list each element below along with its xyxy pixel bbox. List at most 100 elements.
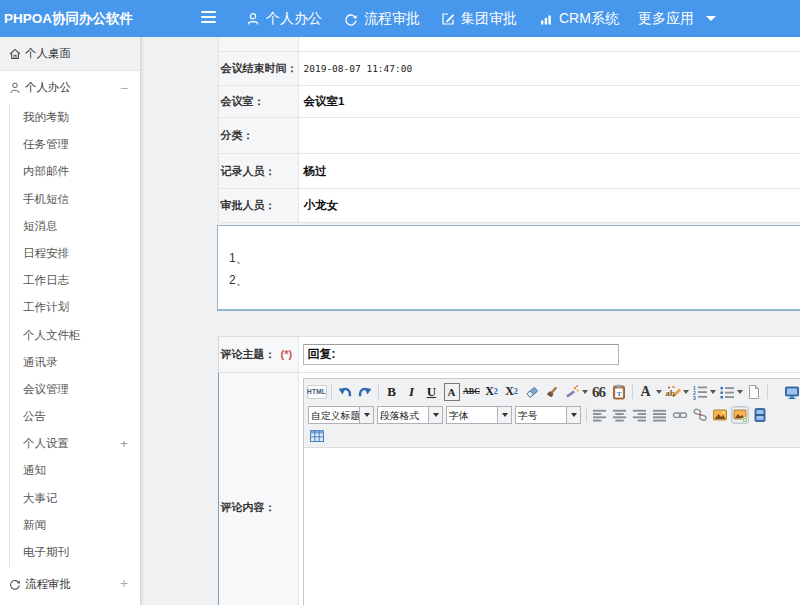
combo-arrow-icon <box>428 406 443 424</box>
align-right-icon[interactable] <box>631 406 649 424</box>
nav-label: 集团审批 <box>461 10 517 28</box>
italic-icon[interactable]: I <box>404 383 420 401</box>
sidebar-subitem[interactable]: 手机短信 <box>0 186 140 213</box>
expand-plus-icon[interactable]: + <box>117 575 131 591</box>
sidebar-subitem[interactable]: 通知 <box>0 457 140 484</box>
insert-media-icon[interactable] <box>751 406 769 424</box>
redo-icon[interactable] <box>357 383 373 401</box>
sidebar-subitem-label: 电子期刊 <box>23 546 69 558</box>
sidebar-subitem-label: 通讯录 <box>23 356 58 368</box>
nav-group-approval[interactable]: 集团审批 <box>440 0 517 37</box>
align-center-icon[interactable] <box>611 406 629 424</box>
caret-down-icon[interactable] <box>710 390 716 394</box>
paragraph-format-select[interactable]: 段落格式 <box>377 406 443 424</box>
superscript-icon[interactable]: X2 <box>484 383 500 401</box>
font-name-icon[interactable]: A <box>444 383 460 401</box>
sidebar-subitem-label: 个人文件柜 <box>23 329 81 341</box>
sidebar-subitem[interactable]: 我的考勤 <box>0 104 140 131</box>
collapse-minus-icon[interactable]: − <box>117 80 131 96</box>
sidebar-subitem[interactable]: 个人设置 + <box>0 430 140 457</box>
sidebar-subitem[interactable]: 内部邮件 <box>0 158 140 185</box>
sidebar-subitem-label: 我的考勤 <box>23 111 69 123</box>
insert-image-icon[interactable] <box>711 406 729 424</box>
sidebar-subitem[interactable]: 大事记 <box>0 485 140 512</box>
strikethrough-icon[interactable]: ABC <box>464 383 480 401</box>
caret-down-icon[interactable] <box>582 390 588 394</box>
font-color-icon[interactable]: A <box>638 383 654 401</box>
table-row: 记录人员： 杨过 <box>219 154 800 189</box>
new-page-icon[interactable] <box>746 383 762 401</box>
paste-text-icon[interactable]: T <box>611 383 627 401</box>
sidebar-subitem-label: 日程安排 <box>23 247 69 259</box>
sidebar-subitem-label: 工作日志 <box>23 274 69 286</box>
undo-icon[interactable] <box>337 383 353 401</box>
hamburger-menu-icon[interactable] <box>201 11 216 25</box>
edit-square-icon <box>440 11 456 27</box>
expand-plus-icon[interactable]: + <box>117 430 131 457</box>
sidebar-subitem[interactable]: 工作日志 <box>0 267 140 294</box>
sidebar-item-personal-office[interactable]: 个人办公 − <box>0 71 140 104</box>
blockquote-icon[interactable]: 66 <box>591 383 607 401</box>
sidebar-subitem[interactable]: 通讯录 <box>0 349 140 376</box>
link-icon[interactable] <box>671 406 689 424</box>
sidebar-item-workflow[interactable]: 流程审批 + <box>0 570 140 598</box>
comment-subject-input[interactable] <box>303 344 619 365</box>
unordered-list-icon[interactable] <box>719 383 735 401</box>
sidebar-subitem[interactable]: 日程安排 <box>0 240 140 267</box>
nav-workflow-approval[interactable]: 流程审批 <box>343 0 420 37</box>
font-size-select[interactable]: 字号 <box>515 406 581 424</box>
sidebar-subitem-label: 个人设置 <box>23 437 69 449</box>
unlink-icon[interactable] <box>691 406 709 424</box>
upload-image-icon[interactable] <box>731 406 749 424</box>
sidebar-subitem[interactable]: 任务管理 <box>0 131 140 158</box>
ordered-list-icon[interactable]: 123 <box>692 383 708 401</box>
sidebar-subitem[interactable]: 公告 <box>0 403 140 430</box>
row-value: 会议室1 <box>299 86 800 117</box>
format-wand-icon[interactable] <box>564 383 580 401</box>
comment-content-label: 评论内容： <box>221 500 276 515</box>
comment-content-row: 评论内容： HTML <box>218 373 800 605</box>
sidebar-subitem[interactable]: 短消息 <box>0 213 140 240</box>
sidebar-subitem[interactable]: 个人文件柜 <box>0 322 140 349</box>
font-family-select[interactable]: 字体 <box>446 406 512 424</box>
caret-down-icon[interactable] <box>683 390 689 394</box>
comment-form: 评论主题： (*) 评论内容： HTML <box>218 336 800 605</box>
caret-down-icon[interactable] <box>656 390 662 394</box>
note-line: 2、 <box>229 269 800 291</box>
sidebar-subitem[interactable]: 新闻 <box>0 512 140 539</box>
row-label: 会议室： <box>219 86 299 117</box>
row-value: 2019-08-07 11:47:00 <box>299 52 800 85</box>
eraser-icon[interactable] <box>524 383 540 401</box>
bold-icon[interactable]: B <box>384 383 400 401</box>
sidebar: 个人桌面 个人办公 − 我的考勤 任务管理 内部邮件 手机 <box>0 37 141 605</box>
sidebar-subitem[interactable]: 会议管理 <box>0 376 140 403</box>
nav-crm-system[interactable]: CRM系统 <box>538 0 619 37</box>
html-source-button[interactable]: HTML <box>307 385 327 399</box>
underline-icon[interactable]: U <box>424 383 440 401</box>
sidebar-subitem[interactable]: 工作计划 <box>0 294 140 321</box>
editor-toolbar-row2: 自定义标题 段落格式 字体 <box>307 403 800 427</box>
align-left-icon[interactable] <box>591 406 609 424</box>
required-mark: (*) <box>281 348 293 360</box>
editor-content-area[interactable] <box>304 448 800 605</box>
fullscreen-icon[interactable] <box>784 383 800 401</box>
rich-text-editor: HTML B I U A <box>303 378 800 605</box>
insert-table-icon[interactable] <box>308 427 326 445</box>
user-icon <box>8 81 22 95</box>
caret-down-icon[interactable] <box>737 390 743 394</box>
nav-personal-office[interactable]: 个人办公 <box>245 0 322 37</box>
nav-more-apps[interactable]: 更多应用 <box>638 0 716 37</box>
sidebar-item-desktop[interactable]: 个人桌面 <box>0 37 140 71</box>
row-value <box>299 118 800 154</box>
sidebar-item-label: 个人桌面 <box>25 46 71 61</box>
sidebar-subitem-label: 手机短信 <box>23 193 69 205</box>
table-row <box>219 37 800 52</box>
combo-arrow-icon <box>566 406 581 424</box>
subscript-icon[interactable]: X2 <box>504 383 520 401</box>
sidebar-subitem-label: 任务管理 <box>23 138 69 150</box>
custom-heading-select[interactable]: 自定义标题 <box>308 406 374 424</box>
highlight-pen-icon[interactable]: ab <box>665 383 681 401</box>
justify-icon[interactable] <box>651 406 669 424</box>
sidebar-subitem[interactable]: 电子期刊 <box>0 539 140 566</box>
format-brush-icon[interactable] <box>544 383 560 401</box>
